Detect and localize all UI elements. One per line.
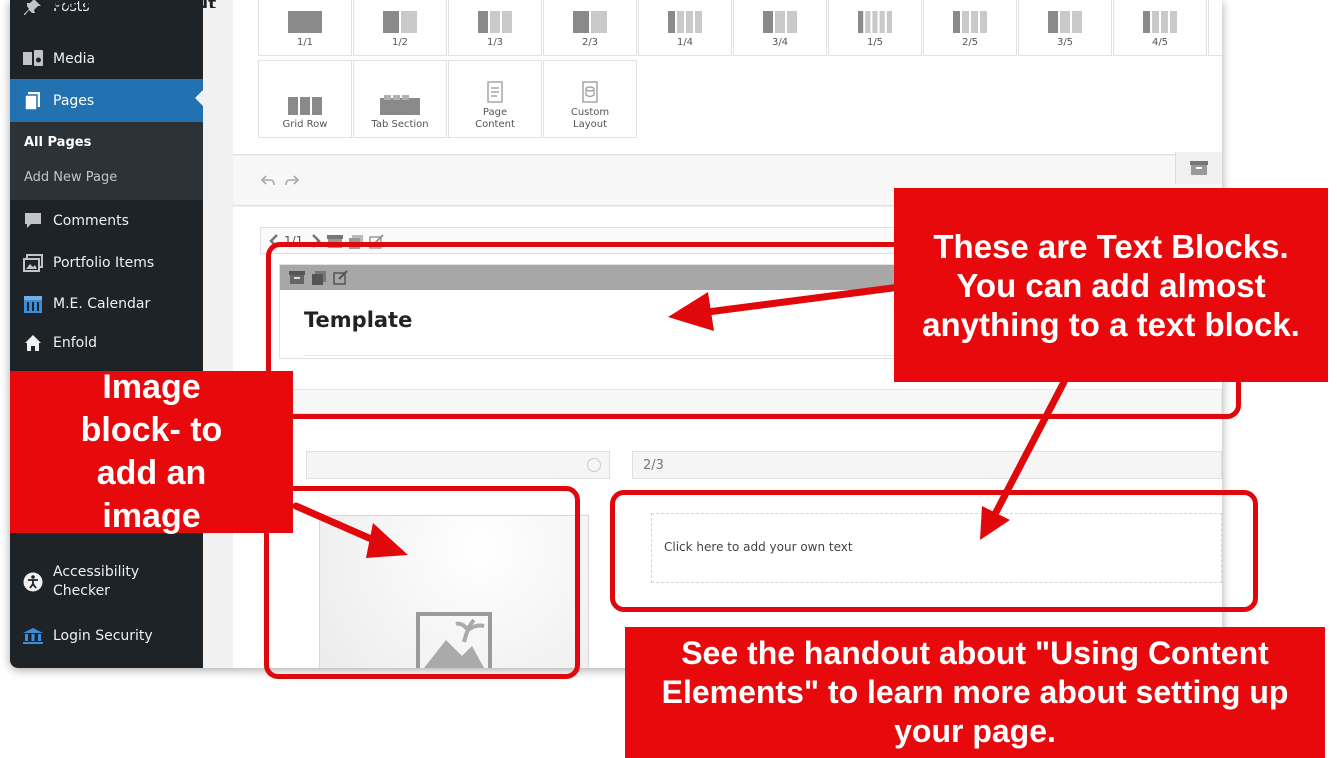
callout-handout: See the handout about "Using Content Ele… [625,627,1325,758]
callout-text-blocks: These are Text Blocks. You can add almos… [894,188,1328,382]
arrow-to-placeholder [989,378,1068,522]
arrowhead-template [668,292,714,331]
arrow-to-template [696,283,904,317]
arrowhead-image [366,523,408,558]
callout-image-block: Image block- to add an image [10,368,293,535]
